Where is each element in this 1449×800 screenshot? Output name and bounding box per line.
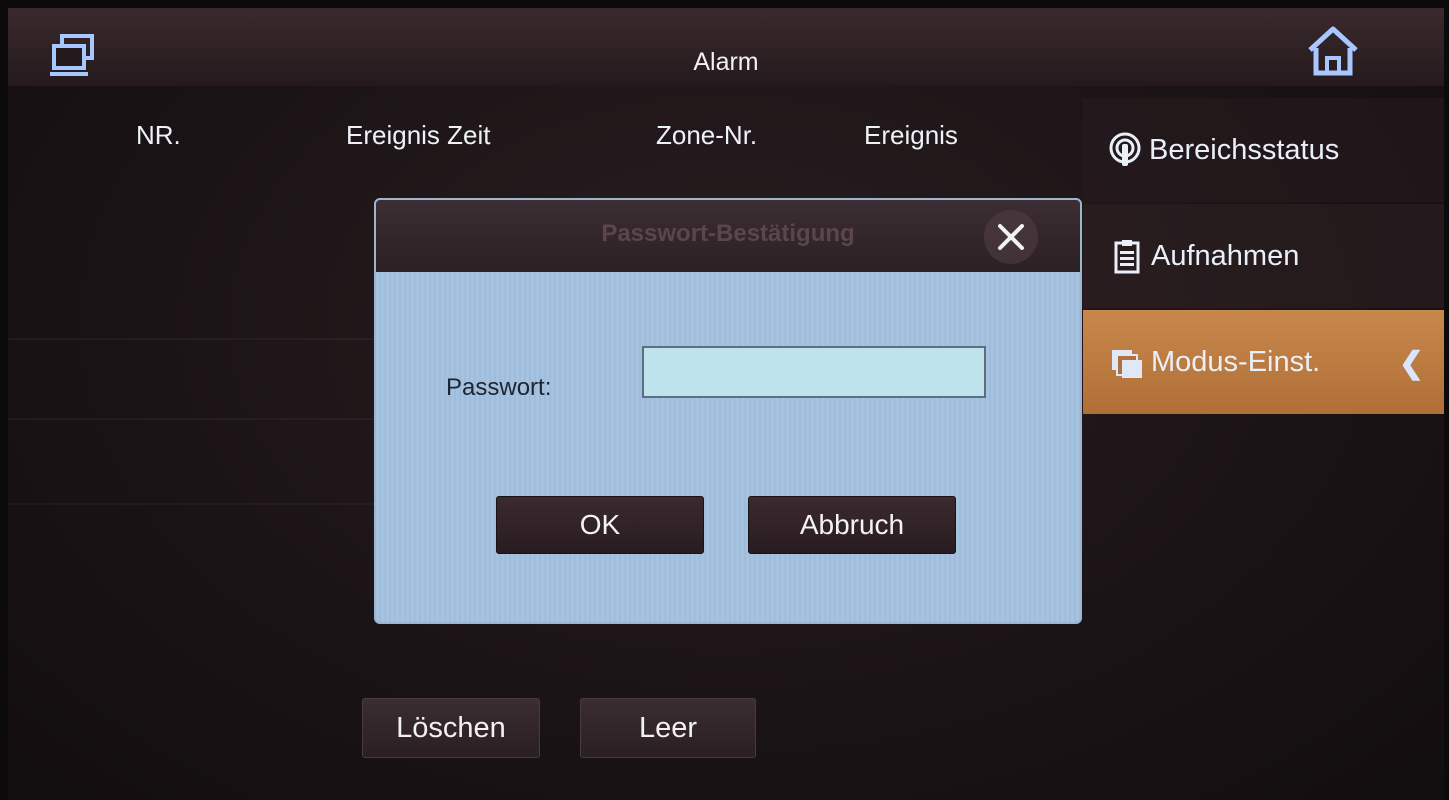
chevron-left-icon: ❮ (1398, 347, 1424, 380)
sidebar-item-area-status[interactable]: Bereichsstatus (1083, 98, 1444, 202)
area-status-icon (1107, 132, 1143, 168)
screen: Alarm NR. Ereignis Zeit Zone-Nr. Ereigni… (8, 8, 1444, 800)
cancel-button[interactable]: Abbruch (748, 496, 956, 554)
column-header-zone-nr: Zone-Nr. (656, 120, 758, 150)
sidebar-item-label: Modus-Einst. (1151, 345, 1321, 378)
close-button[interactable] (984, 210, 1038, 264)
clear-button[interactable]: Leer (580, 698, 756, 758)
clipboard-icon (1109, 238, 1145, 274)
delete-button[interactable]: Löschen (362, 698, 540, 758)
sidebar-item-mode-settings[interactable]: Modus-Einst. ❮ (1083, 310, 1444, 414)
column-header-event-time: Ereignis Zeit (346, 120, 491, 150)
dialog-title: Passwort-Bestätigung (601, 220, 855, 247)
ok-button[interactable]: OK (496, 496, 704, 554)
page-title: Alarm (693, 48, 759, 76)
password-label: Passwort: (446, 374, 552, 401)
dialog-header: Passwort-Bestätigung (376, 200, 1080, 272)
top-bar: Alarm (8, 8, 1444, 86)
sidebar-item-label: Aufnahmen (1151, 239, 1300, 272)
sidebar-item-label: Bereichsstatus (1149, 133, 1340, 166)
layers-icon (1109, 344, 1145, 380)
sidebar-item-recordings[interactable]: Aufnahmen (1083, 204, 1444, 308)
close-icon (998, 224, 1024, 250)
password-dialog: Passwort-Bestätigung Passwort: OK Abbruc… (374, 198, 1082, 624)
home-icon[interactable] (1304, 24, 1362, 78)
column-header-event: Ereignis (864, 120, 958, 150)
password-field[interactable] (642, 346, 986, 398)
column-header-nr: NR. (136, 120, 181, 150)
